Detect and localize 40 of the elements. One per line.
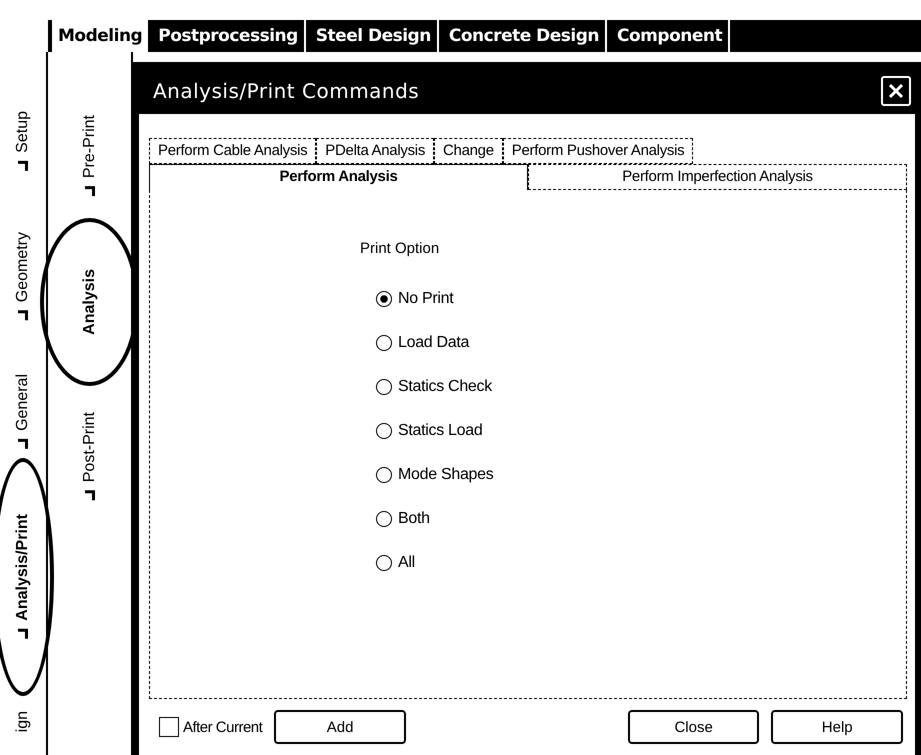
close-button[interactable] (881, 76, 911, 106)
side-tab[interactable]: Pre-Print (80, 115, 98, 199)
side-tab[interactable]: General (14, 374, 32, 450)
dialog-tab[interactable]: Change (434, 138, 503, 164)
radio-button[interactable] (376, 423, 392, 439)
main-tab[interactable]: Modeling (52, 20, 148, 52)
side-tab[interactable]: Setup (14, 111, 32, 173)
radio-button[interactable] (376, 555, 392, 571)
dialog-button[interactable]: Help (771, 710, 903, 744)
radio-label: Statics Check (398, 378, 492, 396)
side-tab[interactable]: ign (14, 711, 32, 733)
dialog-title: Analysis/Print Commands (153, 79, 420, 103)
dialog-tab[interactable]: Perform Pushover Analysis (502, 138, 694, 164)
checkbox[interactable] (159, 717, 179, 737)
side-tab[interactable]: Geometry (14, 232, 32, 322)
radio-label: Statics Load (398, 422, 482, 440)
radio-label: No Print (398, 290, 454, 308)
side-tab[interactable]: Post-Print (80, 412, 98, 502)
radio-label: All (398, 554, 415, 572)
side-tab[interactable]: Analysis/Print (14, 514, 32, 640)
checkbox-label: After Current (182, 718, 262, 736)
radio-button[interactable] (376, 291, 392, 307)
radio-label: Mode Shapes (398, 466, 494, 484)
radio-button[interactable] (376, 335, 392, 351)
tab-icon (82, 488, 96, 502)
radio-button[interactable] (376, 511, 392, 527)
group-label: Print Option (360, 240, 440, 257)
dialog-button[interactable]: Add (274, 710, 406, 744)
dialog-tab[interactable]: Perform Imperfection Analysis (528, 164, 907, 190)
radio-label: Both (398, 510, 430, 528)
dialog-tab[interactable]: Perform Cable Analysis (149, 138, 316, 164)
radio-button[interactable] (376, 467, 392, 483)
dialog-tab[interactable]: Perform Analysis (149, 164, 528, 190)
radio-label: Load Data (398, 334, 470, 352)
radio-button[interactable] (376, 379, 392, 395)
tab-icon (82, 184, 96, 199)
dialog-button[interactable]: Close (628, 710, 760, 744)
side-tab[interactable]: Analysis (80, 269, 98, 335)
dialog-tab[interactable]: PDelta Analysis (316, 138, 434, 164)
close-icon (887, 82, 905, 100)
